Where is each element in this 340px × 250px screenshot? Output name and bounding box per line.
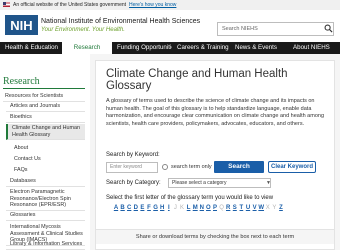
share-download-bar[interactable]: Share or download terms by checking the … [96, 229, 334, 244]
letter-y-link: Y [272, 205, 277, 211]
nav-health-education[interactable]: Health & Education [0, 42, 62, 54]
clear-keyword-button[interactable]: Clear Keyword [268, 161, 316, 173]
page-title: Climate Change and Human Health Glossary [106, 68, 288, 92]
org-tagline: Your Environment. Your Health. [41, 27, 125, 33]
letter-s-link[interactable]: S [232, 205, 238, 211]
sidebar-item-faqs[interactable]: FAQs [10, 166, 85, 175]
letter-u-link[interactable]: U [245, 205, 251, 211]
nav-news-events[interactable]: News & Events [230, 42, 288, 54]
sidebar-item-glossaries[interactable]: Glossaries [6, 211, 85, 221]
letter-filter: ABCDEFGHIJKLMNOPQRSTUVWXYZ [113, 205, 283, 213]
gov-banner-text: An official website of the United States… [13, 2, 127, 8]
letter-t-link[interactable]: T [238, 205, 244, 211]
letter-n-link[interactable]: N [199, 205, 205, 211]
letter-h-link[interactable]: H [159, 205, 165, 211]
nav-research[interactable]: Research [62, 42, 112, 54]
keyword-search-label: Search by Keyword: [106, 152, 160, 158]
sidebar-title[interactable]: Research [3, 76, 40, 87]
gov-banner: An official website of the United States… [0, 0, 340, 10]
nih-logo-icon[interactable]: NIH [5, 15, 38, 35]
letter-x-link: X [265, 205, 270, 211]
letters-label: Select the first letter of the glossary … [106, 195, 274, 201]
sidebar-item-resources-for-scientists[interactable]: Resources for Scientists [3, 92, 85, 102]
sidebar-item-articles-and-journals[interactable]: Articles and Journals [6, 102, 85, 112]
letter-g-link[interactable]: G [153, 205, 159, 211]
letter-r-link[interactable]: R [225, 205, 231, 211]
org-name[interactable]: National Institute of Environmental Heal… [41, 18, 200, 25]
chevron-down-icon[interactable]: ▼ [266, 180, 271, 186]
sidebar-item-epr-esr[interactable]: Electron Paramagnetic Resonance/Electron… [6, 188, 85, 211]
sidebar-item-databases[interactable]: Databases [6, 177, 85, 187]
letter-d-link[interactable]: D [133, 205, 139, 211]
nav-careers-training[interactable]: Careers & Training [172, 42, 230, 54]
sidebar-divider [3, 88, 85, 89]
search-icon[interactable] [324, 24, 333, 33]
letter-f-link[interactable]: F [146, 205, 152, 211]
category-select[interactable]: Please select a category [168, 178, 271, 188]
letter-l-link[interactable]: L [186, 205, 192, 211]
letter-k-link: K [179, 205, 184, 211]
us-flag-icon [3, 2, 10, 8]
letter-m-link[interactable]: M [192, 205, 198, 211]
letter-z-link[interactable]: Z [278, 205, 284, 211]
letter-j-link: J [173, 205, 177, 211]
letter-o-link[interactable]: O [205, 205, 211, 211]
main-nav: Health & Education Research Funding Oppo… [0, 42, 340, 54]
site-header: NIH National Institute of Environmental … [0, 10, 340, 42]
search-term-only-radio[interactable] [162, 164, 168, 170]
letter-i-link[interactable]: I [166, 205, 172, 211]
sidebar-item-bioethics[interactable]: Bioethics [6, 113, 85, 123]
letter-b-link[interactable]: B [120, 205, 126, 211]
keyword-input[interactable]: Enter keyword [106, 162, 158, 173]
letter-e-link[interactable]: E [139, 205, 145, 211]
letter-q-link: Q [219, 205, 224, 211]
sidebar-item-about[interactable]: About [10, 144, 85, 153]
svg-text:NIH: NIH [10, 18, 32, 33]
letter-w-link[interactable]: W [258, 205, 264, 211]
letter-c-link[interactable]: C [126, 205, 132, 211]
letter-p-link[interactable]: P [212, 205, 218, 211]
sidebar-item-contact-us[interactable]: Contact Us [10, 155, 85, 164]
letter-a-link[interactable]: A [113, 205, 119, 211]
category-search-label: Search by Category: [106, 180, 161, 186]
site-search-input[interactable]: Search NIEHS [217, 22, 334, 36]
sidebar-item-climate-glossary[interactable]: Climate Change and Human Health Glossary [6, 124, 85, 141]
search-button[interactable]: Search [214, 161, 264, 173]
letter-v-link[interactable]: V [252, 205, 258, 211]
nav-about-niehs[interactable]: About NIEHS [288, 42, 340, 54]
nav-funding-opportunities[interactable]: Funding Opportunities [112, 42, 172, 54]
search-term-only-label: search term only [171, 164, 212, 170]
sidebar-item-library[interactable]: Library & Information Services [6, 240, 85, 250]
intro-paragraph: A glossary of terms used to describe the… [106, 98, 324, 127]
heres-how-you-know-link[interactable]: Here's how you know [129, 2, 176, 8]
